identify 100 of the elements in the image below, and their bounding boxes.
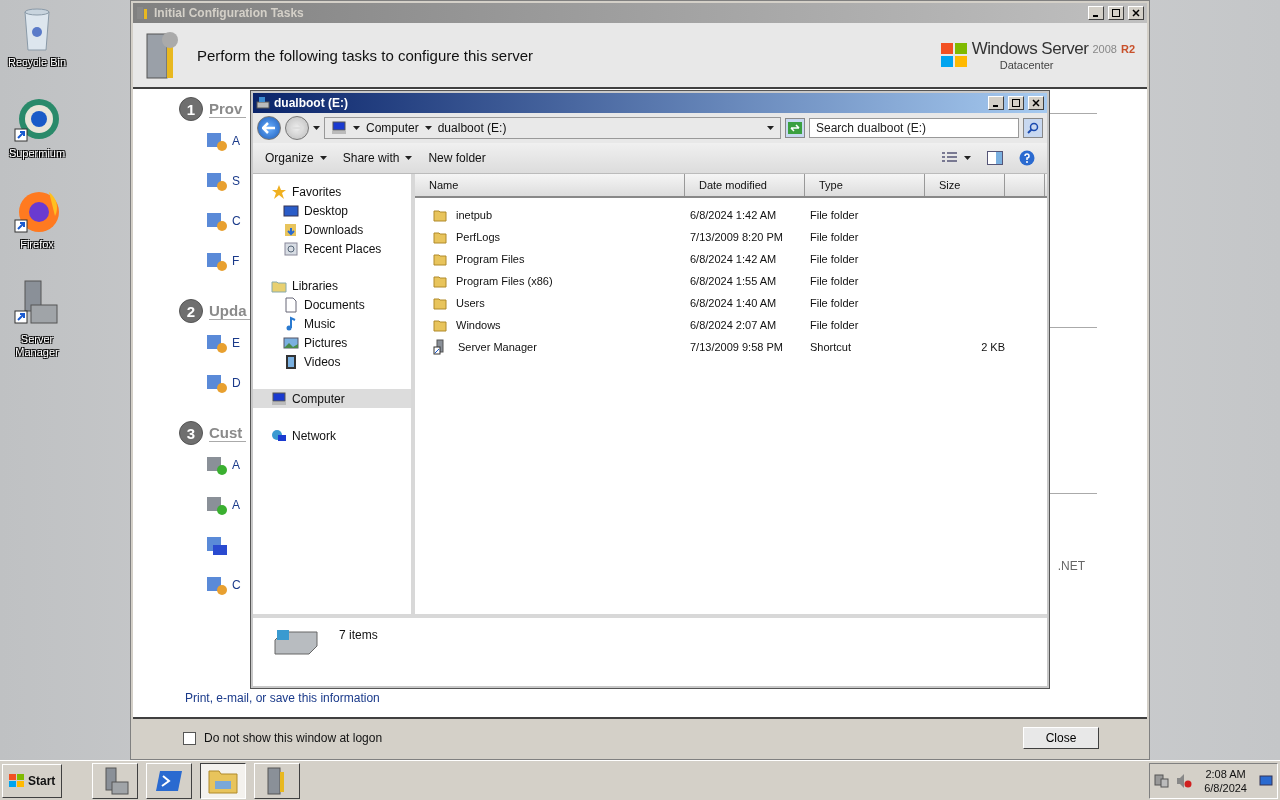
- toolbar-button[interactable]: Share with: [336, 148, 419, 168]
- caret-icon: [424, 126, 432, 130]
- help-icon: [1019, 150, 1035, 166]
- file-row[interactable]: PerfLogs 7/13/2009 8:20 PM File folder: [415, 226, 1047, 248]
- start-button[interactable]: Start: [2, 763, 63, 798]
- folder-icon: [433, 274, 447, 288]
- caret-icon: [313, 126, 320, 130]
- date-modified: 6/8/2024 1:55 AM: [689, 275, 778, 287]
- task-link[interactable]: D: [232, 376, 241, 390]
- nav-item[interactable]: Pictures: [253, 333, 411, 352]
- close-icon: [1032, 99, 1040, 107]
- column-header[interactable]: Size: [925, 174, 1005, 196]
- folder-icon: [433, 296, 447, 310]
- file-type: File folder: [809, 275, 860, 287]
- monitor-icon: [283, 202, 299, 219]
- file-row[interactable]: Program Files 6/8/2024 1:42 AM File folder: [415, 248, 1047, 270]
- muted-speaker-icon[interactable]: [1176, 772, 1193, 789]
- preview-pane-icon: [987, 151, 1003, 165]
- folder-icon: [433, 318, 447, 332]
- network-icon[interactable]: [1154, 772, 1171, 789]
- checkbox-label: Do not show this window at logon: [204, 731, 383, 745]
- file-row[interactable]: inetpub 6/8/2024 1:42 AM File folder: [415, 204, 1047, 226]
- nav-item[interactable]: Desktop: [253, 201, 411, 220]
- date-modified: 7/13/2009 8:20 PM: [689, 231, 784, 243]
- clock-date[interactable]: 6/8/2024: [1204, 780, 1247, 795]
- search-field[interactable]: Search dualboot (E:): [809, 118, 1019, 138]
- task-link[interactable]: A: [232, 134, 240, 148]
- windows-flag-icon: [939, 41, 968, 69]
- brand-name: Windows Server: [971, 39, 1089, 59]
- maximize-button[interactable]: [1108, 6, 1124, 20]
- address-bar[interactable]: Computer dualboot (E:): [324, 117, 781, 139]
- server-wrench-icon: [136, 6, 150, 20]
- toolbar-button[interactable]: New folder: [422, 148, 492, 168]
- brand-edition: Datacenter: [999, 59, 1054, 71]
- minimize-button[interactable]: [988, 96, 1004, 110]
- search-icon: [1027, 122, 1039, 134]
- task-link[interactable]: S: [232, 174, 240, 188]
- file-row[interactable]: Program Files (x86) 6/8/2024 1:55 AM File folder: [415, 270, 1047, 292]
- date-modified: 6/8/2024 1:40 AM: [689, 297, 778, 309]
- caret-icon: [767, 126, 774, 130]
- minimize-button[interactable]: [1088, 6, 1104, 20]
- back-arrow-icon: [262, 122, 276, 134]
- nav-item[interactable]: Music: [253, 314, 411, 333]
- column-header[interactable]: Date modified: [685, 174, 805, 196]
- task-link[interactable]: C: [232, 578, 241, 592]
- task-link[interactable]: C: [232, 214, 241, 228]
- desktop-icon-label: Recycle Bin: [7, 56, 67, 69]
- nav-item[interactable]: Libraries: [253, 276, 411, 295]
- nav-item[interactable]: Videos: [253, 352, 411, 371]
- forward-button[interactable]: [285, 116, 309, 140]
- film-icon: [283, 353, 299, 370]
- task-link[interactable]: A: [232, 458, 240, 472]
- file-row[interactable]: Server Manager 7/13/2009 9:58 PM Shortcut 2 KB: [415, 336, 1047, 358]
- nav-item[interactable]: Favorites: [253, 182, 411, 201]
- toolbar-button[interactable]: Organize: [259, 148, 333, 168]
- nav-item[interactable]: Network: [253, 426, 411, 445]
- nav-item[interactable]: Downloads: [253, 220, 411, 239]
- network-icon: [271, 427, 287, 444]
- taskbar-button[interactable]: [200, 762, 247, 799]
- nav-item[interactable]: Recent Places: [253, 239, 411, 258]
- window-title: dualboot (E:): [274, 96, 349, 110]
- brand-release: R2: [1120, 43, 1135, 55]
- back-button[interactable]: [257, 116, 281, 140]
- caret-icon: [353, 126, 360, 130]
- file-name: Windows: [455, 319, 501, 331]
- breadcrumb-item[interactable]: Computer: [366, 121, 419, 135]
- task-link[interactable]: F: [232, 254, 240, 268]
- list-view-icon: [942, 152, 958, 164]
- task-link[interactable]: E: [232, 336, 240, 350]
- date-modified: 6/8/2024 1:42 AM: [689, 209, 778, 221]
- search-button[interactable]: [1023, 118, 1043, 138]
- close-button[interactable]: [1128, 6, 1144, 20]
- recent-places-icon: [283, 240, 299, 257]
- file-row[interactable]: Windows 6/8/2024 2:07 AM File folder: [415, 314, 1047, 336]
- nav-item[interactable]: Documents: [253, 295, 411, 314]
- file-type: File folder: [809, 319, 860, 331]
- clock-time[interactable]: 2:08 AM: [1205, 766, 1246, 781]
- nav-item[interactable]: Computer: [253, 389, 411, 408]
- close-button[interactable]: Close: [1023, 727, 1099, 749]
- checkbox[interactable]: [183, 731, 196, 745]
- windows-flag-icon: [9, 773, 25, 788]
- computer-icon: [271, 390, 287, 407]
- breadcrumb-item[interactable]: dualboot (E:): [437, 121, 507, 135]
- item-count: 7 items: [339, 628, 378, 642]
- column-header[interactable]: Name: [415, 174, 685, 196]
- file-size: 2 KB: [980, 341, 1005, 353]
- section-heading: Prov: [209, 100, 247, 118]
- refresh-button[interactable]: [785, 118, 805, 138]
- close-button[interactable]: [1028, 96, 1044, 110]
- file-row[interactable]: Users 6/8/2024 1:40 AM File folder: [415, 292, 1047, 314]
- step-number: 1: [179, 97, 203, 121]
- maximize-button[interactable]: [1008, 96, 1024, 110]
- browser-icon[interactable]: [13, 97, 61, 145]
- caret-icon: [964, 156, 971, 160]
- date-modified: 6/8/2024 1:42 AM: [689, 253, 778, 265]
- print-link[interactable]: Print, e-mail, or save this information: [185, 691, 380, 705]
- column-header[interactable]: Type: [805, 174, 925, 196]
- task-link[interactable]: A: [232, 498, 240, 512]
- refresh-icon: [788, 122, 802, 134]
- show-desktop-icon[interactable]: [1259, 773, 1273, 788]
